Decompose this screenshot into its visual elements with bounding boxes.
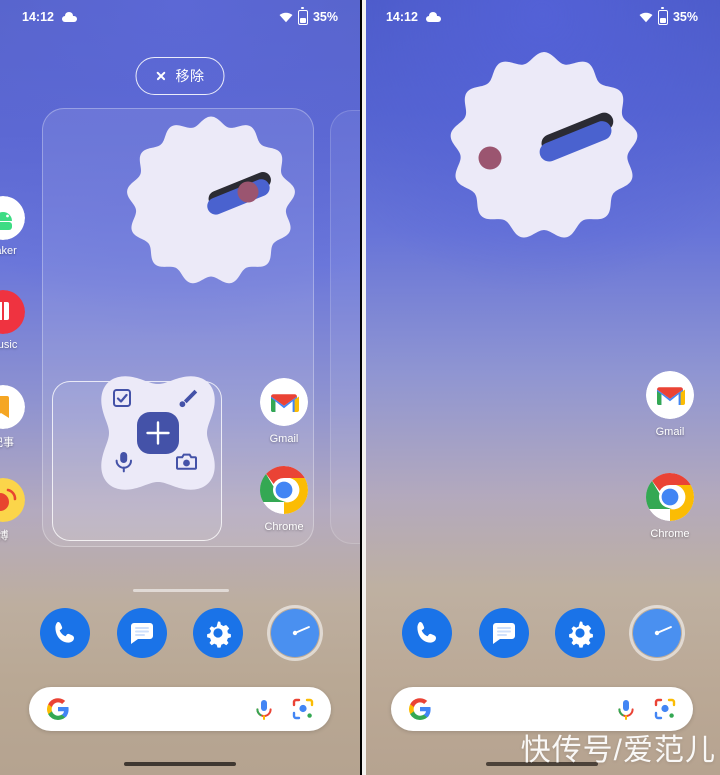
clock-icon	[270, 609, 319, 657]
dock-messages[interactable]	[478, 608, 529, 658]
page-indicator	[133, 589, 229, 592]
google-keep-quick-note-widget[interactable]	[87, 362, 229, 504]
remove-label: 移除	[175, 68, 205, 84]
battery-icon	[297, 7, 308, 25]
phone-icon	[402, 608, 453, 658]
status-time: 14:12	[22, 10, 54, 24]
dock-clock[interactable]	[632, 608, 682, 658]
battery-icon	[657, 7, 668, 25]
clock-accent-dot	[478, 146, 502, 170]
chrome-icon	[260, 466, 308, 514]
app-label: Chrome	[264, 521, 304, 533]
dock-clock[interactable]	[270, 608, 320, 658]
left-phone-screen: 14:12 35% 移除 ker usic 事 博 Gmail Chrome	[0, 0, 360, 775]
next-page-preview[interactable]	[330, 110, 360, 544]
wifi-icon	[639, 12, 653, 22]
mic-icon[interactable]	[616, 698, 636, 720]
app-gmail[interactable]: Gmail	[638, 371, 702, 438]
wifi-icon	[279, 12, 293, 22]
weibo-icon	[0, 478, 25, 522]
app-label: Gmail	[269, 433, 299, 445]
screenshot-stage: 14:12 35% 移除 ker usic 事 博 Gmail Chrome 1…	[0, 0, 720, 775]
app-label: Gmail	[655, 426, 685, 438]
edge-app-label: haker	[0, 245, 17, 257]
dock-settings[interactable]	[555, 608, 606, 658]
battery-percent: 35%	[672, 10, 698, 24]
app-chrome[interactable]: Chrome	[252, 466, 316, 533]
cloud-icon	[425, 11, 441, 22]
android-app-icon	[0, 196, 25, 240]
panel-divider	[362, 0, 366, 775]
status-time: 14:12	[385, 10, 418, 24]
google-g-icon	[47, 698, 69, 721]
dock-phone[interactable]	[402, 608, 453, 658]
edge-app-label: Music	[0, 339, 18, 351]
cloud-icon	[61, 11, 77, 22]
analog-clock-widget[interactable]	[446, 48, 642, 244]
dock	[376, 608, 708, 658]
status-bar: 14:12 35%	[0, 0, 360, 34]
app-chrome[interactable]: Chrome	[638, 473, 702, 540]
clock-icon	[632, 609, 681, 657]
gesture-nav-bar[interactable]	[123, 762, 236, 766]
app-gmail[interactable]: Gmail	[252, 378, 316, 445]
right-phone-screen: 14:12 35% Gmail Chrome 快传号/爱范儿	[363, 0, 720, 775]
messages-icon	[116, 608, 167, 658]
edge-app-label: 记事	[0, 437, 14, 449]
clock-accent-dot	[237, 181, 259, 203]
edge-app-notes[interactable]: 记事	[0, 385, 32, 450]
close-icon	[155, 71, 166, 82]
google-lens-icon[interactable]	[292, 698, 314, 720]
status-bar: 14:12 35%	[364, 0, 720, 34]
google-g-icon	[409, 698, 431, 721]
edge-app-weibo[interactable]: 博	[0, 478, 32, 543]
mic-icon[interactable]	[254, 698, 274, 720]
google-search-bar[interactable]	[29, 687, 331, 731]
edge-app-music[interactable]: Music	[0, 290, 32, 351]
battery-percent: 35%	[312, 10, 338, 24]
watermark: 快传号/爱范儿	[520, 734, 716, 767]
dock-phone[interactable]	[40, 608, 91, 658]
analog-clock-widget[interactable]	[123, 113, 299, 289]
phone-icon	[40, 608, 91, 658]
chrome-icon	[645, 473, 694, 521]
edge-app-android[interactable]: haker	[0, 196, 32, 257]
gear-icon	[555, 608, 606, 658]
new-note-plus-button	[137, 412, 179, 454]
app-label: Chrome	[650, 528, 690, 540]
netease-music-icon	[0, 290, 25, 334]
gear-icon	[193, 608, 244, 658]
dock-messages[interactable]	[116, 608, 167, 658]
messages-icon	[478, 608, 529, 658]
google-lens-icon[interactable]	[654, 698, 676, 720]
edge-app-label: 博	[0, 530, 9, 542]
dock-settings[interactable]	[193, 608, 244, 658]
remove-drop-target[interactable]: 移除	[135, 57, 225, 95]
gmail-icon	[645, 371, 694, 419]
dock	[14, 608, 346, 658]
gmail-icon	[260, 378, 308, 426]
notes-app-icon	[0, 385, 25, 429]
